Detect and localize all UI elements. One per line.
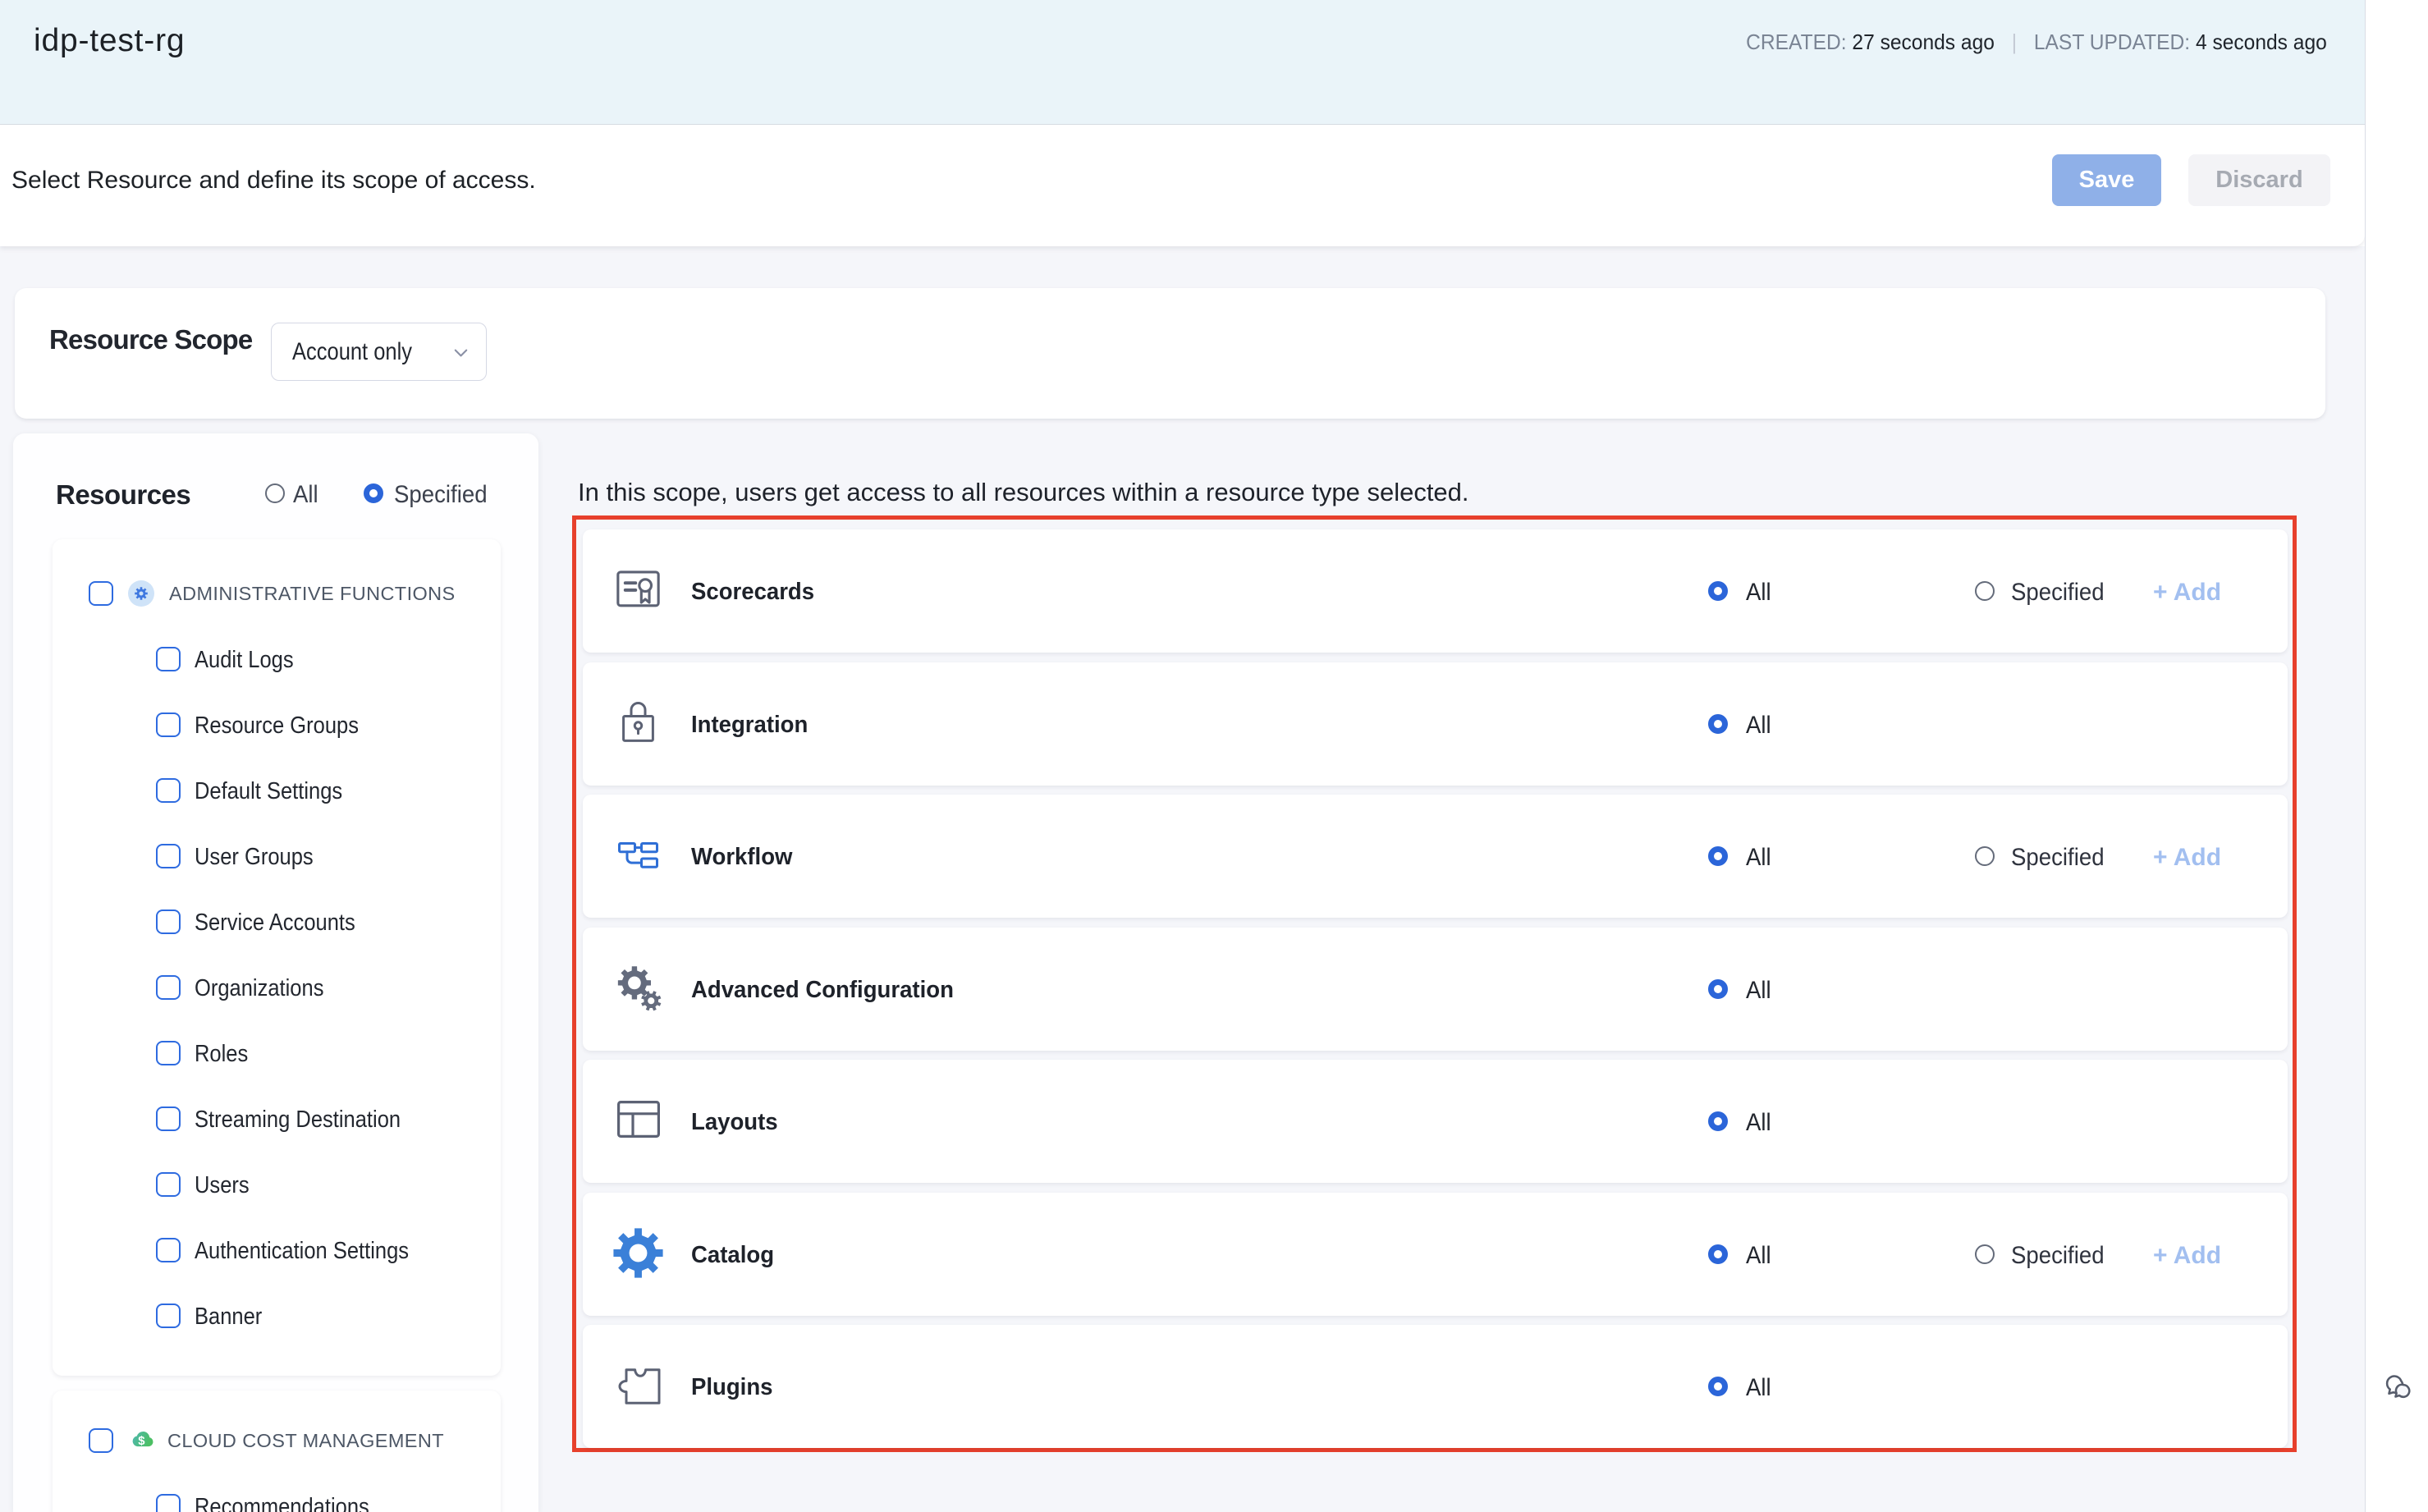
svg-text:$: $ <box>138 1435 145 1448</box>
